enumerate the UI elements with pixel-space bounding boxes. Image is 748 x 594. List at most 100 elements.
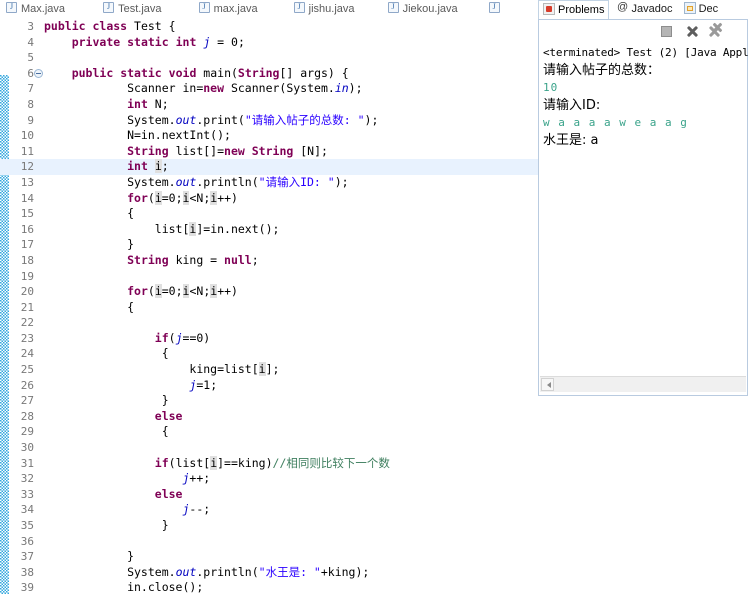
code-line[interactable]: 39 in.close(); (0, 580, 538, 594)
code-text: { (44, 206, 135, 221)
tab-label: Dec (698, 3, 719, 15)
console-panel: Problems Javadoc Dec <terminated> Test (… (538, 0, 748, 594)
code-text: private static int j = 0; (71, 34, 245, 49)
code-text: j--; (182, 502, 211, 517)
code-line[interactable]: 27 } (0, 393, 538, 409)
code-text: { (44, 346, 169, 361)
editor-tab-jishu-java[interactable]: jishu.java (290, 0, 363, 19)
line-number: 39 (20, 581, 34, 594)
editor-area: Max.java Test.java max.java jishu.java J… (0, 0, 538, 594)
code-line[interactable]: 6 public static void main(String[] args)… (0, 66, 538, 82)
code-line[interactable]: 31 if(list[i]==king)//相同则比较下一个数 (0, 455, 538, 472)
code-editor[interactable]: 3 public class Test {4 private static int… (0, 19, 538, 594)
stop-square-icon (661, 26, 672, 37)
code-line[interactable]: 21 { (0, 300, 538, 316)
code-line[interactable]: 34 j--; (0, 502, 538, 518)
code-line[interactable]: 35 } (0, 518, 538, 534)
code-line[interactable]: 25 king=list[i]; (0, 362, 538, 378)
editor-tab-label: max.java (213, 3, 258, 15)
code-line[interactable]: 8 int N; (0, 97, 538, 113)
code-text: int N; (127, 96, 169, 111)
code-line[interactable]: 23 if(j==0) (0, 331, 538, 347)
tab-problems[interactable]: Problems (538, 0, 610, 19)
code-text: king=list[i]; (44, 362, 280, 377)
code-line[interactable]: 14 for(i=0;i<N;i++) (0, 190, 538, 207)
line-number: 12 (20, 160, 34, 174)
code-line[interactable]: 4 private static int j = 0; (0, 35, 538, 51)
code-line[interactable]: 22 (0, 315, 538, 331)
editor-tab-label: jishu.java (308, 3, 355, 15)
terminate-button[interactable] (659, 24, 674, 39)
code-line[interactable]: 3 public class Test { (0, 19, 538, 35)
code-line[interactable]: 15 { (0, 206, 538, 222)
code-text: System.out.print("请输入帖子的总数: "); (44, 112, 379, 127)
editor-tab-test-java[interactable]: Test.java (99, 0, 169, 19)
line-number: 32 (20, 472, 34, 486)
code-line[interactable]: 37 } (0, 549, 538, 565)
line-number: 4 (27, 35, 34, 49)
code-line[interactable]: 12 int i; (0, 159, 538, 175)
code-line[interactable]: 11 String list[]=new String [N]; (0, 144, 538, 160)
tab-javadoc[interactable]: Javadoc (613, 0, 677, 19)
line-number: 21 (20, 300, 34, 314)
line-number: 11 (20, 144, 34, 158)
code-line[interactable]: 5 (0, 50, 538, 66)
code-line[interactable]: 36 (0, 534, 538, 550)
line-number: 36 (20, 534, 34, 548)
scroll-left-arrow-icon[interactable] (541, 378, 554, 391)
editor-tab-max-java[interactable]: Max.java (2, 0, 73, 19)
line-number: 33 (20, 487, 34, 501)
code-line[interactable]: 24 { (0, 346, 538, 362)
code-text: { (44, 424, 169, 439)
code-line[interactable]: 10 N=in.nextInt(); (0, 128, 538, 144)
line-number: 38 (20, 565, 34, 579)
remove-launch-button[interactable] (685, 24, 700, 39)
console-launch-header: <terminated> Test (2) [Java Applica (543, 46, 748, 59)
editor-tab-jiekou-java[interactable]: Jiekou.java (384, 0, 466, 19)
code-line[interactable]: 13 System.out.println("请输入ID: "); (0, 175, 538, 191)
code-text: else (154, 408, 183, 423)
code-line[interactable]: 29 { (0, 424, 538, 440)
code-line[interactable]: 7 Scanner in=new Scanner(System.in); (0, 81, 538, 97)
line-number: 18 (20, 253, 34, 267)
code-line[interactable]: 30 (0, 440, 538, 456)
code-text: for(i=0;i<N;i++) (127, 284, 238, 299)
code-line[interactable]: 16 list[i]=in.next(); (0, 221, 538, 238)
code-line[interactable]: 33 else (0, 487, 538, 503)
editor-tab-max-lower-java[interactable]: max.java (195, 0, 266, 19)
code-line[interactable]: 26 j=1; (0, 378, 538, 394)
code-line[interactable]: 17 } (0, 237, 538, 253)
line-number: 23 (20, 331, 34, 345)
editor-tab-label: Max.java (21, 3, 66, 15)
code-text: System.out.println("请输入ID: "); (44, 174, 349, 189)
line-number: 27 (20, 394, 34, 408)
code-line[interactable]: 38 System.out.println("水王是: "+king); (0, 565, 538, 581)
close-icon (685, 24, 700, 39)
line-number: 28 (20, 409, 34, 423)
tab-label: Javadoc (631, 3, 673, 15)
remove-all-terminated-button[interactable] (707, 21, 724, 39)
code-lines: 3 public class Test {4 private static int… (0, 19, 538, 594)
declaration-icon (683, 2, 696, 14)
fold-collapse-icon[interactable] (34, 68, 43, 78)
scrollbar-track[interactable] (555, 378, 745, 391)
java-file-icon (6, 1, 17, 13)
console-horizontal-scrollbar[interactable] (540, 376, 746, 392)
code-text: System.out.println("水王是: "+king); (44, 564, 370, 579)
close-icon (711, 21, 724, 34)
code-line[interactable]: 20 for(i=0;i<N;i++) (0, 284, 538, 300)
code-line[interactable]: 18 String king = null; (0, 253, 538, 269)
code-line[interactable]: 19 (0, 269, 538, 285)
code-line[interactable]: 32 j++; (0, 471, 538, 487)
editor-tab-overflow[interactable] (485, 0, 512, 19)
console-input-echo: 10 (543, 81, 559, 94)
console-output[interactable]: <terminated> Test (2) [Java Applica 请输入帖… (540, 45, 748, 375)
code-line[interactable]: 28 else (0, 409, 538, 425)
code-line[interactable]: 9 System.out.print("请输入帖子的总数: "); (0, 113, 538, 129)
line-number: 15 (20, 207, 34, 221)
tab-declaration[interactable]: Dec (680, 0, 723, 19)
console-output-line: 水王是: a (543, 133, 599, 148)
line-number: 37 (20, 550, 34, 564)
line-number: 25 (20, 363, 34, 377)
java-file-icon (488, 1, 500, 13)
